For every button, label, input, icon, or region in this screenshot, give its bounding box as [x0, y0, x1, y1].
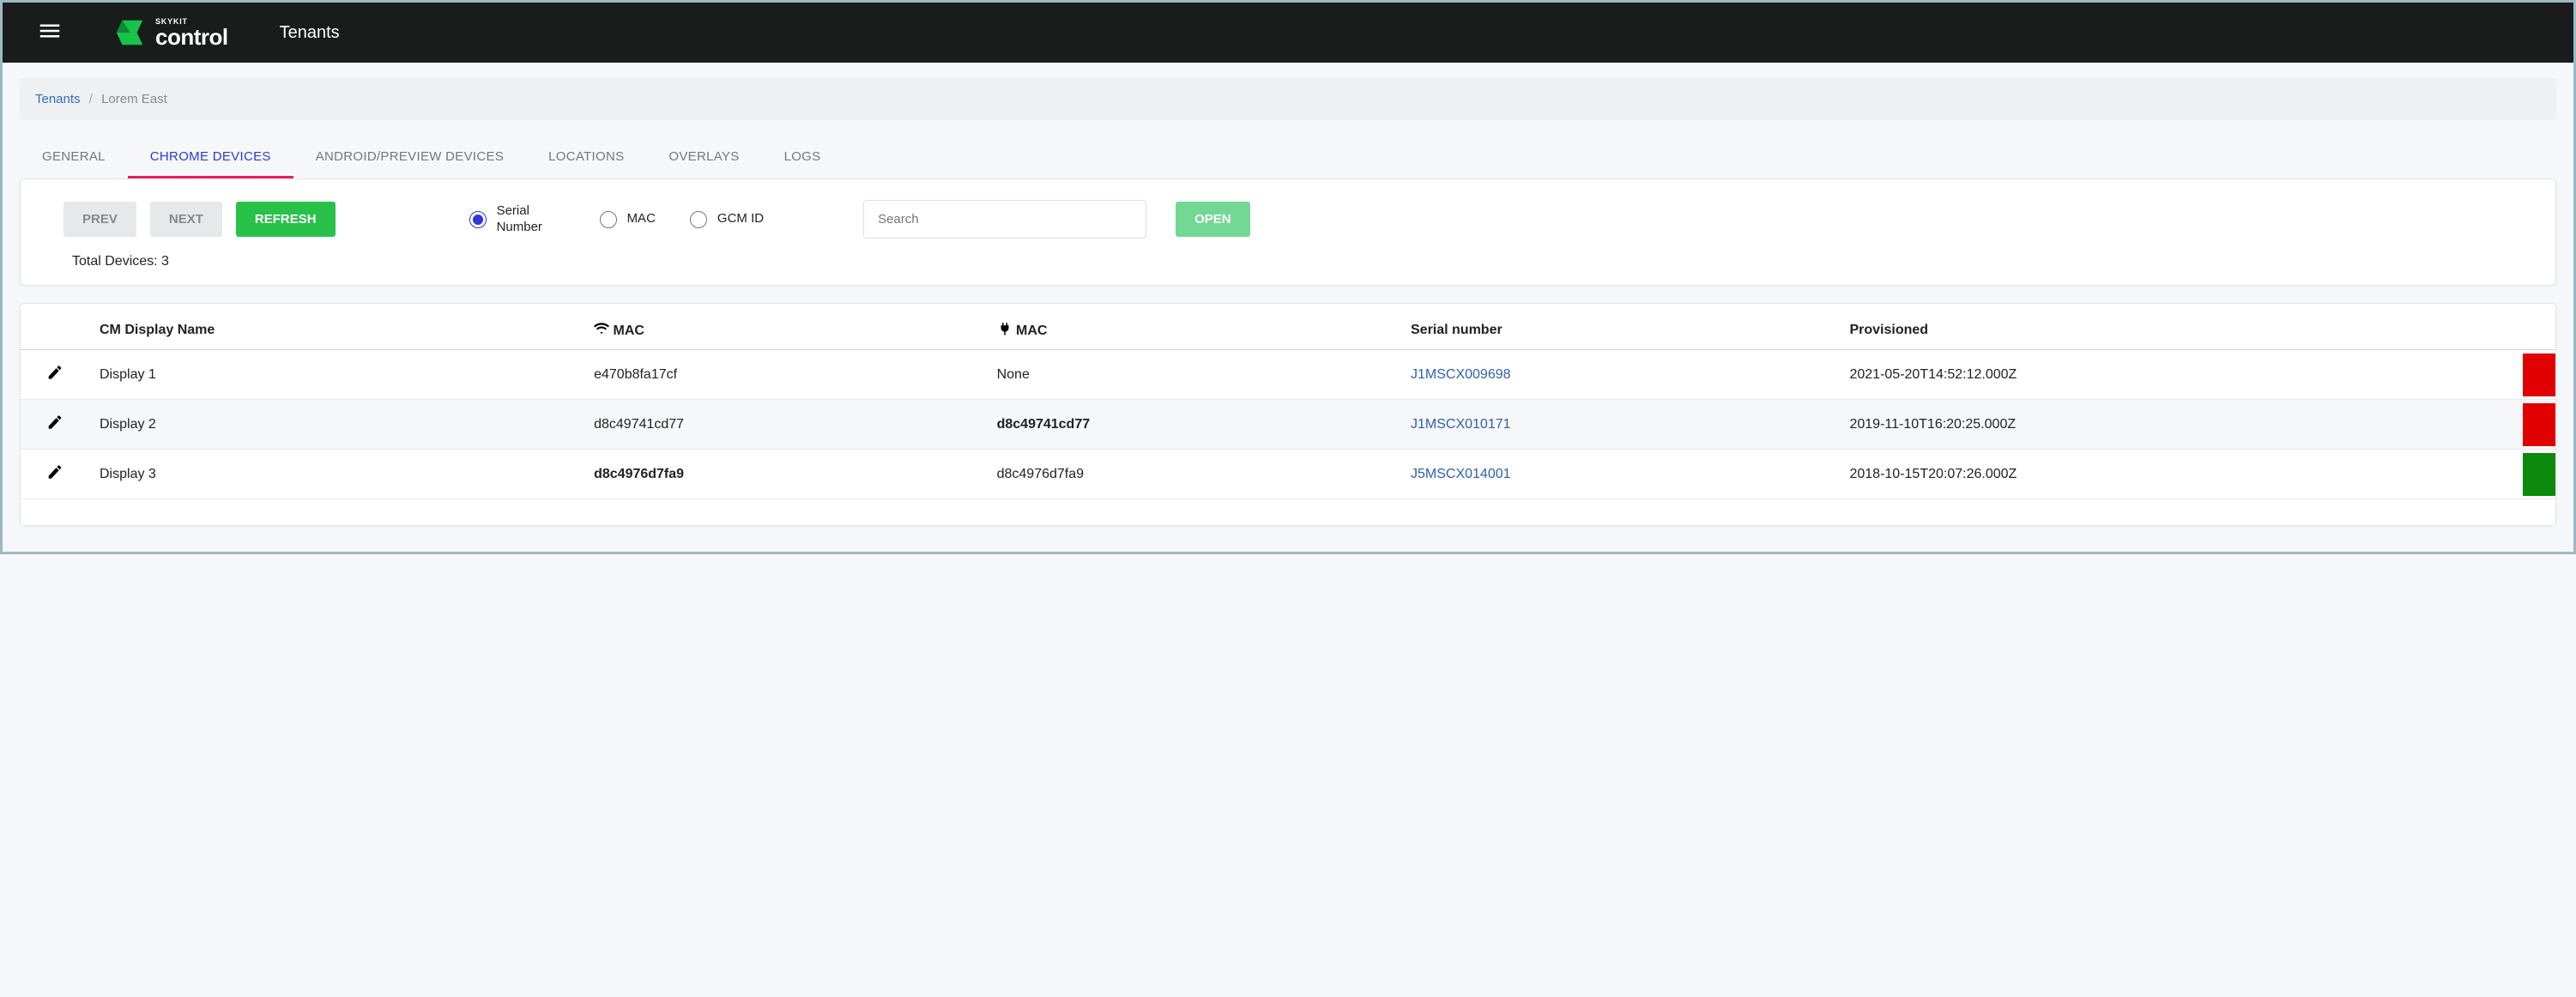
cell-display-name: Display 1: [89, 350, 584, 400]
col-eth-mac-label: MAC: [1016, 323, 1047, 338]
col-eth-mac: MAC: [987, 304, 1400, 350]
wifi-icon: [594, 323, 609, 338]
tab-android-devices[interactable]: ANDROID/PREVIEW DEVICES: [293, 137, 526, 178]
page-title: Tenants: [280, 23, 340, 43]
devices-table: CM Display Name MAC MAC Serial number Pr…: [21, 304, 2555, 499]
cell-eth-mac: None: [987, 350, 1400, 400]
edit-icon[interactable]: [46, 469, 63, 484]
logo: SKYKIT control: [114, 16, 228, 49]
col-status: [2523, 304, 2555, 350]
tab-locations[interactable]: LOCATIONS: [526, 137, 646, 178]
cell-display-name: Display 2: [89, 400, 584, 450]
next-button[interactable]: NEXT: [150, 202, 222, 237]
col-edit: [21, 304, 89, 350]
breadcrumb-root[interactable]: Tenants: [35, 92, 81, 106]
top-bar: SKYKIT control Tenants: [3, 3, 2573, 63]
radio-mac-input[interactable]: [600, 211, 617, 228]
col-display-name: CM Display Name: [89, 304, 584, 350]
radio-mac[interactable]: MAC: [600, 211, 656, 228]
cell-provisioned: 2018-10-15T20:07:26.000Z: [1839, 450, 2523, 499]
cell-status: [2523, 400, 2555, 450]
edit-icon[interactable]: [46, 420, 63, 434]
table-row: Display 3d8c4976d7fa9d8c4976d7fa9J5MSCX0…: [21, 450, 2555, 499]
table-row: Display 1e470b8fa17cfNoneJ1MSCX009698202…: [21, 350, 2555, 400]
table-row: Display 2d8c49741cd77d8c49741cd77J1MSCX0…: [21, 400, 2555, 450]
menu-icon[interactable]: [37, 18, 63, 48]
cell-status: [2523, 350, 2555, 400]
tab-logs[interactable]: LOGS: [762, 137, 844, 178]
radio-serial-input[interactable]: [469, 211, 487, 228]
cell-display-name: Display 3: [89, 450, 584, 499]
total-devices: Total Devices: 3: [72, 254, 2513, 269]
radio-gcm-input[interactable]: [690, 211, 707, 228]
brand-big: control: [155, 26, 228, 48]
cell-wifi-mac: e470b8fa17cf: [584, 350, 987, 400]
breadcrumb-current: Lorem East: [101, 92, 167, 106]
tab-general[interactable]: GENERAL: [20, 137, 128, 178]
tab-overlays[interactable]: OVERLAYS: [646, 137, 761, 178]
col-serial: Serial number: [1400, 304, 1839, 350]
breadcrumb: Tenants / Lorem East: [20, 78, 2556, 120]
col-wifi-mac-label: MAC: [614, 323, 644, 338]
cell-serial[interactable]: J5MSCX014001: [1400, 450, 1839, 499]
col-provisioned: Provisioned: [1839, 304, 2523, 350]
plug-icon: [997, 323, 1013, 338]
breadcrumb-sep: /: [89, 92, 93, 106]
cell-provisioned: 2021-05-20T14:52:12.000Z: [1839, 350, 2523, 400]
tab-chrome-devices[interactable]: CHROME DEVICES: [128, 137, 293, 178]
radio-serial-number[interactable]: Serial Number: [469, 203, 565, 236]
radio-gcm[interactable]: GCM ID: [690, 211, 764, 228]
cell-eth-mac: d8c4976d7fa9: [987, 450, 1400, 499]
logo-icon: [114, 16, 147, 49]
cell-serial[interactable]: J1MSCX010171: [1400, 400, 1839, 450]
edit-icon[interactable]: [46, 370, 63, 384]
search-by-radios: Serial Number MAC GCM ID: [469, 203, 765, 236]
search-input[interactable]: [863, 200, 1146, 239]
cell-wifi-mac: d8c4976d7fa9: [584, 450, 987, 499]
tabs: GENERAL CHROME DEVICES ANDROID/PREVIEW D…: [20, 137, 2556, 178]
devices-table-card: CM Display Name MAC MAC Serial number Pr…: [20, 303, 2556, 526]
radio-mac-label: MAC: [627, 211, 656, 227]
cell-wifi-mac: d8c49741cd77: [584, 400, 987, 450]
cell-eth-mac: d8c49741cd77: [987, 400, 1400, 450]
cell-status: [2523, 450, 2555, 499]
cell-provisioned: 2019-11-10T16:20:25.000Z: [1839, 400, 2523, 450]
radio-serial-label: Serial Number: [497, 203, 565, 236]
open-button[interactable]: OPEN: [1176, 202, 1250, 237]
col-wifi-mac: MAC: [584, 304, 987, 350]
refresh-button[interactable]: REFRESH: [236, 202, 336, 237]
radio-gcm-label: GCM ID: [717, 211, 764, 227]
prev-button[interactable]: PREV: [63, 202, 136, 237]
cell-serial[interactable]: J1MSCX009698: [1400, 350, 1839, 400]
controls-panel: PREV NEXT REFRESH Serial Number MAC GCM …: [20, 178, 2556, 286]
